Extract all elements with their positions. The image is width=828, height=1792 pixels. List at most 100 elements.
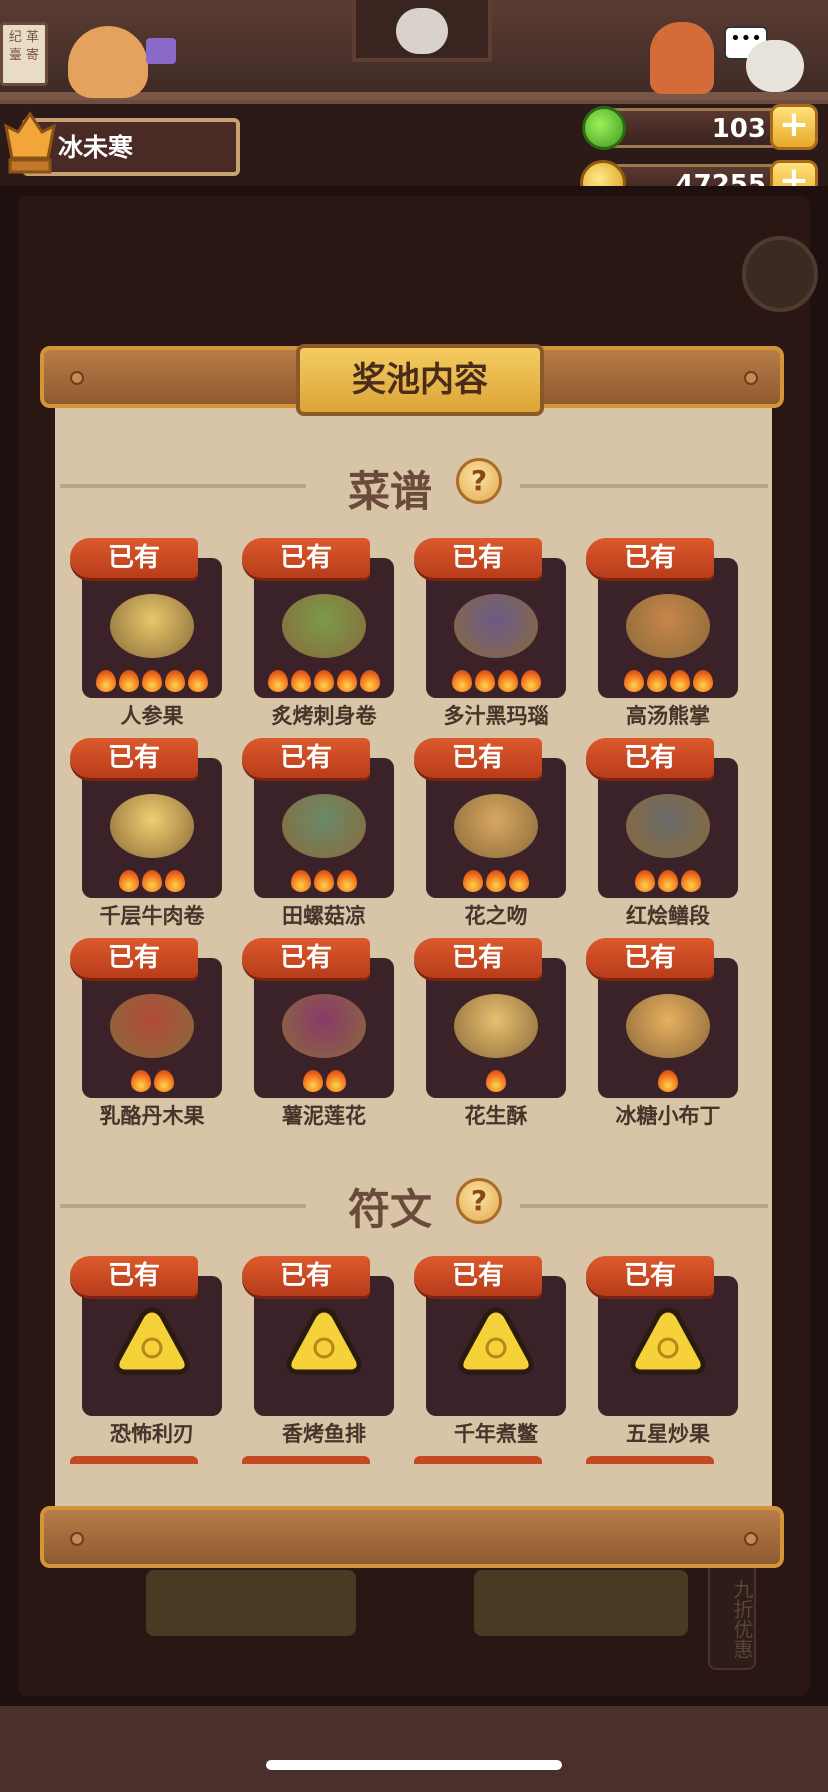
recipe-name: 乳酪丹木果 [99,1104,205,1128]
recipe-name: 炙烤刺身卷 [271,704,377,728]
flame-star-icon [337,870,357,892]
recipe-name: 冰糖小布丁 [615,1104,721,1128]
back-button[interactable] [742,236,818,312]
flame-star-icon [692,670,713,692]
star-rating [598,1070,738,1096]
owned-badge: 已有 [586,738,714,778]
player-trophy-icon [3,110,57,178]
recipe-name: 多汁黑玛瑙 [443,704,549,728]
rune-name: 五星炒果 [626,1422,710,1446]
flame-star-icon [658,870,678,892]
black-agate-icon [454,594,538,658]
owned-badge: 已有 [70,738,198,778]
divider [60,484,306,488]
recipe-name: 薯泥莲花 [282,1104,366,1128]
owned-badge: 已有 [70,938,198,978]
modal-bottom-plank [40,1506,784,1568]
snail-mushroom-icon [282,794,366,858]
next-row-badge [586,1456,714,1464]
star-rating [82,670,222,696]
flame-star-icon [474,670,495,692]
flame-star-icon [119,870,139,892]
draw-once-button[interactable] [146,1570,356,1636]
bottom-band [0,1706,828,1792]
owned-badge: 已有 [242,1256,370,1296]
turtle-rune-icon [458,1306,534,1376]
portrait-frame [352,0,492,62]
discount-tag[interactable]: 九折优惠 [708,1560,756,1670]
rune-name: 香烤鱼排 [282,1422,366,1446]
flame-star-icon [314,870,334,892]
rune-name: 恐怖利刃 [110,1422,194,1446]
owned-badge: 已有 [70,1256,198,1296]
flame-star-icon [486,870,506,892]
flame-star-icon [291,870,311,892]
flame-star-icon [314,670,334,692]
owned-badge: 已有 [242,538,370,578]
flame-star-icon [635,870,655,892]
flame-star-icon [291,670,311,692]
star-rating [254,870,394,896]
home-indicator[interactable] [266,1760,562,1770]
eel-stew-icon [626,794,710,858]
rivet-icon [744,371,758,385]
star-rating [82,870,222,896]
flame-star-icon [669,670,690,692]
flame-star-icon [268,670,288,692]
owned-badge: 已有 [414,938,542,978]
owned-badge: 已有 [414,1256,542,1296]
flame-star-icon [142,670,162,692]
add-gems-button[interactable]: + [770,104,818,150]
flame-star-icon [463,870,483,892]
owned-badge: 已有 [586,938,714,978]
flame-star-icon [497,670,518,692]
flame-star-icon [451,670,472,692]
flame-star-icon [119,670,139,692]
flame-star-icon [302,1070,323,1092]
recipe-name: 花生酥 [464,1104,528,1128]
flame-star-icon [165,670,185,692]
runes-help-button[interactable]: ? [456,1178,502,1224]
flame-star-icon [130,1070,151,1092]
rivet-icon [70,371,84,385]
flame-star-icon [142,870,162,892]
recipe-name: 花之吻 [464,904,528,928]
divider [520,484,768,488]
flame-star-icon [486,1070,506,1092]
flame-star-icon [509,870,529,892]
flame-star-icon [646,670,667,692]
owned-badge: 已有 [586,1256,714,1296]
flame-star-icon [153,1070,174,1092]
recipe-name: 田螺菇凉 [282,904,366,928]
bear-paw-icon [626,594,710,658]
beef-roll-icon [110,794,194,858]
owned-badge: 已有 [414,538,542,578]
flower-kiss-icon [454,794,538,858]
white-cat-icon [746,40,804,92]
ginseng-fruit-icon [110,594,194,658]
draw-ten-button[interactable] [474,1570,688,1636]
star-rating [254,1070,394,1096]
flame-star-icon [520,670,541,692]
owl-portrait-icon [396,8,448,54]
divider [520,1204,768,1208]
recipes-help-button[interactable]: ? [456,458,502,504]
grilled-roll-icon [282,594,366,658]
potato-lotus-icon [282,994,366,1058]
flame-star-icon [658,1070,678,1092]
flame-star-icon [165,870,185,892]
owned-badge: 已有 [414,738,542,778]
rivet-icon [744,1532,758,1546]
flame-star-icon [623,670,644,692]
next-row-badge [242,1456,370,1464]
pudding-icon [626,994,710,1058]
next-row-badge [414,1456,542,1464]
peanut-cake-icon [454,994,538,1058]
star-rating [254,670,394,696]
modal-title: 奖池内容 [296,344,544,416]
blade-rune-icon [114,1306,190,1376]
fish-rune-icon [286,1306,362,1376]
star-rating [598,870,738,896]
owned-badge: 已有 [586,538,714,578]
divider [60,1204,306,1208]
